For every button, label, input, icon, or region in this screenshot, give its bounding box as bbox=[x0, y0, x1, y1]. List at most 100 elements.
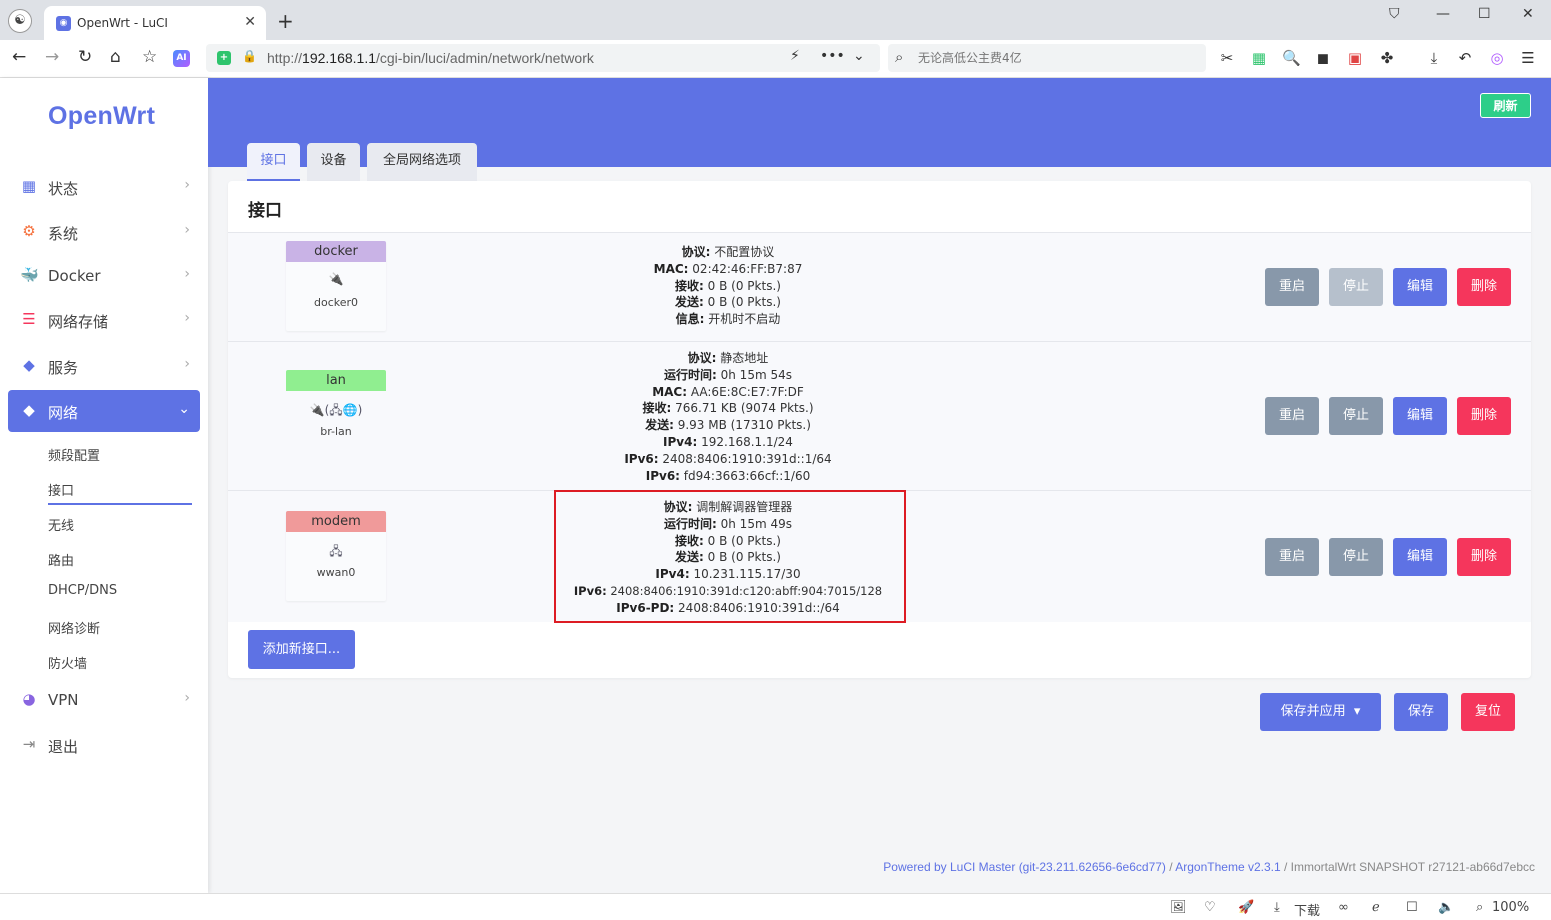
sub-item-wireless[interactable]: 无线 bbox=[48, 515, 74, 534]
save-apply-button[interactable]: 保存并应用 ▾ bbox=[1260, 693, 1381, 731]
favorites-icon[interactable]: ☆ bbox=[142, 47, 157, 67]
new-tab-icon[interactable]: + bbox=[277, 9, 294, 33]
more-icon[interactable]: ••• bbox=[820, 48, 845, 64]
address-bar[interactable]: + 🔒 http://192.168.1.1/cgi-bin/luci/admi… bbox=[206, 44, 880, 72]
cube-icon: ◆ bbox=[23, 356, 35, 374]
chevron-down-icon: ⌄ bbox=[178, 401, 190, 417]
sub-item-firewall[interactable]: 防火墙 bbox=[48, 653, 87, 672]
magnifier-extension-icon[interactable]: 🔍 bbox=[1282, 49, 1301, 67]
brand-logo[interactable]: OpenWrt bbox=[48, 102, 155, 131]
interface-name: lan bbox=[286, 370, 386, 391]
chevron-down-icon[interactable]: ⌄ bbox=[853, 48, 865, 64]
reset-button[interactable]: 复位 bbox=[1461, 693, 1515, 731]
restart-button[interactable]: 重启 bbox=[1265, 538, 1319, 576]
minimize-icon[interactable]: — bbox=[1436, 6, 1450, 22]
theme-link[interactable]: ArgonTheme v2.3.1 bbox=[1175, 860, 1280, 874]
tab-interfaces[interactable]: 接口 bbox=[247, 143, 300, 181]
stop-button[interactable]: 停止 bbox=[1329, 268, 1383, 306]
logout-icon: ⇥ bbox=[22, 735, 36, 753]
scissors-icon[interactable]: ✂ bbox=[1218, 49, 1236, 67]
caret-down-icon[interactable]: ▾ bbox=[1354, 704, 1361, 719]
back-icon[interactable]: ← bbox=[12, 47, 26, 67]
chevron-right-icon: › bbox=[184, 222, 190, 238]
restart-button[interactable]: 重启 bbox=[1265, 397, 1319, 435]
sub-item-routes[interactable]: 路由 bbox=[48, 550, 74, 569]
insecure-lock-icon[interactable]: 🔒 bbox=[242, 49, 257, 63]
footer: Powered by LuCI Master (git-23.211.62656… bbox=[883, 860, 1535, 874]
sidebar-item-network[interactable]: ◆ 网络 ⌄ bbox=[8, 390, 200, 432]
restart-button[interactable]: 重启 bbox=[1265, 268, 1319, 306]
sub-item-dhcp-dns[interactable]: DHCP/DNS bbox=[48, 583, 117, 598]
panel-title: 接口 bbox=[248, 201, 282, 221]
heart-rate-icon[interactable]: ♡ bbox=[1204, 900, 1216, 915]
maximize-icon[interactable]: ☐ bbox=[1478, 6, 1491, 22]
bot-extension-icon[interactable]: ◼ bbox=[1314, 49, 1332, 67]
zoom-icon[interactable]: ⌕ bbox=[1476, 900, 1483, 915]
undo-icon[interactable]: ↶ bbox=[1456, 49, 1474, 67]
browser-tab[interactable]: ◉ OpenWrt - LuCI ✕ bbox=[44, 6, 266, 40]
close-window-icon[interactable]: ✕ bbox=[1522, 6, 1534, 22]
edit-button[interactable]: 编辑 bbox=[1393, 538, 1447, 576]
browser-toolbar: ← → ↻ ⌂ ☆ AI + 🔒 http://192.168.1.1/cgi-… bbox=[0, 40, 1551, 78]
lightning-icon[interactable]: ⚡ bbox=[790, 48, 800, 64]
sidebar-item-system[interactable]: ⚙ 系统 › bbox=[8, 211, 200, 253]
home-icon[interactable]: ⌂ bbox=[110, 47, 121, 67]
search-input[interactable] bbox=[918, 51, 1188, 65]
download-icon[interactable]: ⤓ bbox=[1425, 49, 1443, 67]
reload-icon[interactable]: ↻ bbox=[78, 47, 92, 67]
sidebar-item-nas[interactable]: ☰ 网络存储 › bbox=[8, 299, 200, 341]
tab-title: OpenWrt - LuCI bbox=[77, 16, 168, 30]
download-label[interactable]: 下载 bbox=[1294, 900, 1320, 919]
luci-link[interactable]: Powered by LuCI Master (git-23.211.62656… bbox=[883, 860, 1166, 874]
interface-badge[interactable]: docker 🔌 docker0 bbox=[286, 241, 386, 331]
chevron-right-icon: › bbox=[184, 690, 190, 706]
chevron-right-icon: › bbox=[184, 310, 190, 326]
ai-assistant-icon[interactable]: ◎ bbox=[1488, 49, 1506, 67]
edit-button[interactable]: 编辑 bbox=[1393, 397, 1447, 435]
tab-global-options[interactable]: 全局网络选项 bbox=[367, 143, 477, 181]
ie-icon[interactable]: ℯ bbox=[1372, 900, 1380, 915]
browser-logo-icon[interactable]: ☯ bbox=[8, 9, 32, 33]
edit-button[interactable]: 编辑 bbox=[1393, 268, 1447, 306]
add-interface-button[interactable]: 添加新接口... bbox=[248, 630, 355, 669]
search-box[interactable]: ⌕ bbox=[888, 44, 1206, 72]
speaker-icon[interactable]: 🔈 bbox=[1438, 900, 1454, 915]
sidebar-item-vpn[interactable]: ◕ VPN › bbox=[8, 679, 200, 721]
sidebar-item-docker[interactable]: 🐳 Docker › bbox=[8, 255, 200, 297]
interface-badge[interactable]: modem 🖧 wwan0 bbox=[286, 511, 386, 601]
glasses-icon[interactable]: ∞ bbox=[1338, 900, 1349, 915]
sidebar-item-status[interactable]: ▦ 状态 › bbox=[8, 166, 200, 208]
sub-item-diagnostics[interactable]: 网络诊断 bbox=[48, 618, 100, 637]
word-extension-icon[interactable]: ▣ bbox=[1346, 49, 1364, 67]
grid-extension-icon[interactable]: ▦ bbox=[1250, 49, 1268, 67]
save-button[interactable]: 保存 bbox=[1394, 693, 1448, 731]
stop-button[interactable]: 停止 bbox=[1329, 538, 1383, 576]
close-tab-icon[interactable]: ✕ bbox=[244, 14, 256, 30]
network-cube-icon: ◆ bbox=[23, 401, 35, 419]
puzzle-icon[interactable]: ✤ bbox=[1378, 49, 1396, 67]
shield-icon[interactable]: + bbox=[217, 51, 231, 65]
modem-port-icon: 🖧 bbox=[329, 544, 343, 558]
rocket-icon[interactable]: 🚀 bbox=[1238, 900, 1254, 915]
refresh-button[interactable]: 刷新 bbox=[1480, 93, 1531, 118]
zoom-level[interactable]: 100% bbox=[1492, 900, 1529, 915]
forward-icon[interactable]: → bbox=[45, 47, 59, 67]
delete-button[interactable]: 删除 bbox=[1457, 538, 1511, 576]
pin-icon[interactable]: ⛉ bbox=[1389, 6, 1400, 22]
interface-badge[interactable]: lan 🔌(🖧🌐) br-lan bbox=[286, 370, 386, 460]
interfaces-panel: 接口 docker 🔌 docker0 协议: 不配置协议 MAC: 02:42… bbox=[228, 181, 1531, 678]
ai-icon[interactable]: AI bbox=[173, 50, 190, 67]
image-icon[interactable]: 🖼 bbox=[1170, 900, 1187, 915]
delete-button[interactable]: 删除 bbox=[1457, 268, 1511, 306]
download-status-icon[interactable]: ⤓ bbox=[1274, 900, 1280, 915]
delete-button[interactable]: 删除 bbox=[1457, 397, 1511, 435]
sub-item-interfaces[interactable]: 接口 bbox=[48, 480, 74, 499]
url-text[interactable]: http://192.168.1.1/cgi-bin/luci/admin/ne… bbox=[267, 50, 594, 66]
tab-devices[interactable]: 设备 bbox=[307, 143, 360, 181]
menu-icon[interactable]: ☰ bbox=[1519, 49, 1537, 67]
sidebar-item-services[interactable]: ◆ 服务 › bbox=[8, 345, 200, 387]
sidebar-item-logout[interactable]: ⇥ 退出 bbox=[8, 724, 200, 766]
window-icon[interactable]: ☐ bbox=[1406, 900, 1418, 915]
stop-button[interactable]: 停止 bbox=[1329, 397, 1383, 435]
sub-item-band-config[interactable]: 频段配置 bbox=[48, 445, 100, 464]
